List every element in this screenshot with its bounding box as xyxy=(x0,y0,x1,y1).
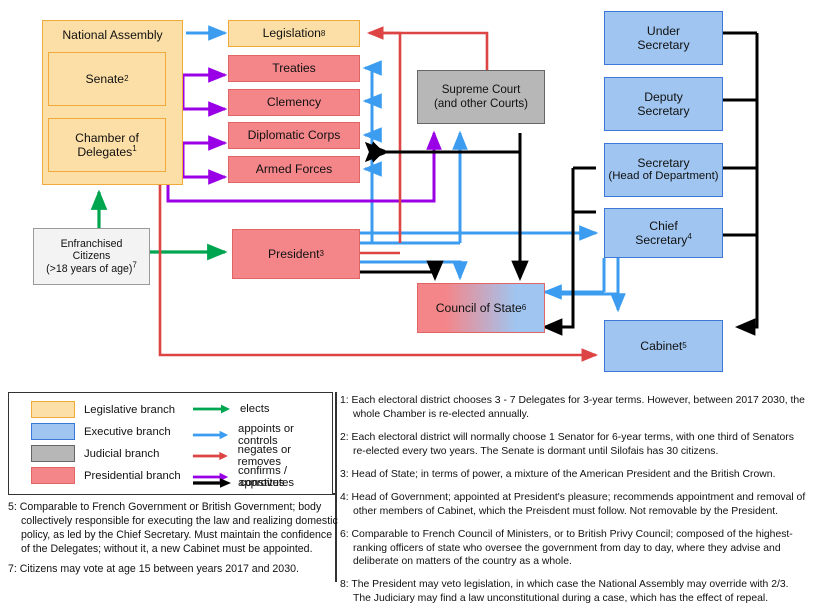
legend-arrow-row-0: elects xyxy=(191,402,270,416)
legend-and-notes-panel: Legislative branch Executive branch Judi… xyxy=(8,392,805,604)
legend-swatch-legislative xyxy=(31,401,75,418)
node-deputy-secretary[interactable]: Deputy Secretary xyxy=(604,77,723,131)
under-secretary-label-line2: Secretary xyxy=(637,38,690,52)
legend-label-legislative: Legislative branch xyxy=(84,403,176,416)
node-diplomatic-corps[interactable]: Diplomatic Corps xyxy=(228,122,360,149)
node-cabinet[interactable]: Cabinet 5 xyxy=(604,320,723,372)
legend-label-executive: Executive branch xyxy=(84,425,171,438)
node-enfranchised-citizens[interactable]: Enfranchised Citizens (>18 years of age)… xyxy=(33,228,150,285)
legend-label-elects: elects xyxy=(240,403,270,415)
edge-president-negates-legislation xyxy=(378,31,402,243)
armed-forces-label: Armed Forces xyxy=(255,162,333,177)
citizens-label-line1: Enfranchised xyxy=(60,237,123,250)
citizens-label-line3: (>18 years of age) xyxy=(46,262,133,275)
node-senate[interactable]: Senate 2 xyxy=(48,52,166,106)
node-council-of-state[interactable]: Council of State 6 xyxy=(417,283,545,333)
node-supreme-court[interactable]: Supreme Court (and other Courts) xyxy=(417,70,545,124)
edge-supremecourt-negates-legislation xyxy=(366,26,489,70)
legend-label-constitutes: constitutes xyxy=(240,477,295,489)
chamber-label-line1: Chamber of xyxy=(75,130,139,145)
note-8: 8: The President may veto legislation, i… xyxy=(340,579,789,605)
legend-label-judicial: Judicial branch xyxy=(84,447,160,460)
node-clemency[interactable]: Clemency xyxy=(228,89,360,116)
legend-swatch-judicial xyxy=(31,445,75,462)
supreme-court-label-line1: Supreme Court xyxy=(441,83,521,97)
arrow-icon-elects xyxy=(193,404,230,414)
citizens-label-line2: Citizens xyxy=(72,250,111,263)
node-president[interactable]: President 3 xyxy=(232,229,360,279)
chamber-note-ref: 1 xyxy=(132,143,137,153)
node-chamber-of-delegates[interactable]: Chamber of Delegates1 xyxy=(48,118,166,172)
legend-swatch-presidential xyxy=(31,467,75,484)
edge-president-controls-councilofstate xyxy=(360,260,468,281)
legislation-label: Legislation xyxy=(262,26,321,41)
legend-branch-row-3: Presidential branch xyxy=(31,467,181,484)
node-secretary[interactable]: Secretary (Head of Department) xyxy=(604,143,723,197)
legend-branch-row-2: Judicial branch xyxy=(31,445,159,462)
arrow-icon-appoints xyxy=(192,430,229,440)
national-assembly-label: National Assembly xyxy=(62,28,163,42)
legend-box: Legislative branch Executive branch Judi… xyxy=(8,392,333,495)
clemency-label: Clemency xyxy=(266,95,322,110)
node-chief-secretary[interactable]: Chief Secretary4 xyxy=(604,208,723,258)
node-under-secretary[interactable]: Under Secretary xyxy=(604,11,723,65)
chamber-label-line2: Delegates xyxy=(77,145,133,159)
note-1: 1: Each electoral district chooses 3 - 7… xyxy=(340,395,805,420)
note-2: 2: Each electoral district will normally… xyxy=(340,431,794,457)
secretary-label-line2: (Head of Department) xyxy=(608,170,719,183)
edge-secretaries-left-down xyxy=(542,212,575,336)
note-3: 3: Head of State; in terms of power, a m… xyxy=(340,468,776,480)
legend-label-presidential: Presidential branch xyxy=(84,469,181,482)
arrow-icon-negates xyxy=(192,451,228,461)
edge-ladder-spine xyxy=(735,33,759,336)
deputy-secretary-label-line1: Deputy xyxy=(644,89,683,104)
node-treaties[interactable]: Treaties xyxy=(228,55,360,82)
note-4: 4: Head of Government; appointed at Pres… xyxy=(340,491,806,517)
chief-secretary-note-ref: 4 xyxy=(687,231,692,241)
node-armed-forces[interactable]: Armed Forces xyxy=(228,156,360,183)
president-label: President xyxy=(268,246,320,261)
treaties-label: Treaties xyxy=(272,61,316,76)
note-5: 5: Comparable to French Government or Br… xyxy=(8,501,338,556)
edge-president-constitutes-councilofstate xyxy=(360,260,444,281)
node-legislation[interactable]: Legislation 8 xyxy=(228,20,360,47)
edge-president-black-riser xyxy=(388,133,522,154)
cabinet-label: Cabinet xyxy=(640,338,683,353)
note-6: 6: Comparable to French Council of Minis… xyxy=(340,528,793,568)
legend-swatch-executive xyxy=(31,423,75,440)
arrow-icon-constitutes xyxy=(193,478,231,488)
legend-branch-row-1: Executive branch xyxy=(31,423,171,440)
legend-branch-row-0: Legislative branch xyxy=(31,401,175,418)
supreme-court-label-line2: (and other Courts) xyxy=(433,97,529,110)
secretary-label-line1: Secretary xyxy=(637,156,690,171)
diplomatic-corps-label: Diplomatic Corps xyxy=(247,128,341,143)
chief-secretary-label-line2: Secretary xyxy=(635,233,688,247)
council-of-state-label: Council of State xyxy=(435,300,522,315)
diagram-canvas: National Assembly Senate 2 Chamber of Del… xyxy=(0,0,820,604)
notes-left-column: 5: Comparable to French Government or Br… xyxy=(8,500,338,582)
note-7: 7: Citizens may vote at age 15 between y… xyxy=(8,563,299,576)
senate-label: Senate xyxy=(85,71,125,86)
deputy-secretary-label-line2: Secretary xyxy=(637,104,690,118)
under-secretary-label-line1: Under xyxy=(646,23,681,38)
notes-right-column: 1: Each electoral district chooses 3 - 7… xyxy=(340,394,806,615)
legend-arrow-row-4: constitutes xyxy=(191,476,294,490)
citizens-note-ref: 7 xyxy=(132,260,137,270)
chief-secretary-label-line1: Chief xyxy=(649,218,678,233)
